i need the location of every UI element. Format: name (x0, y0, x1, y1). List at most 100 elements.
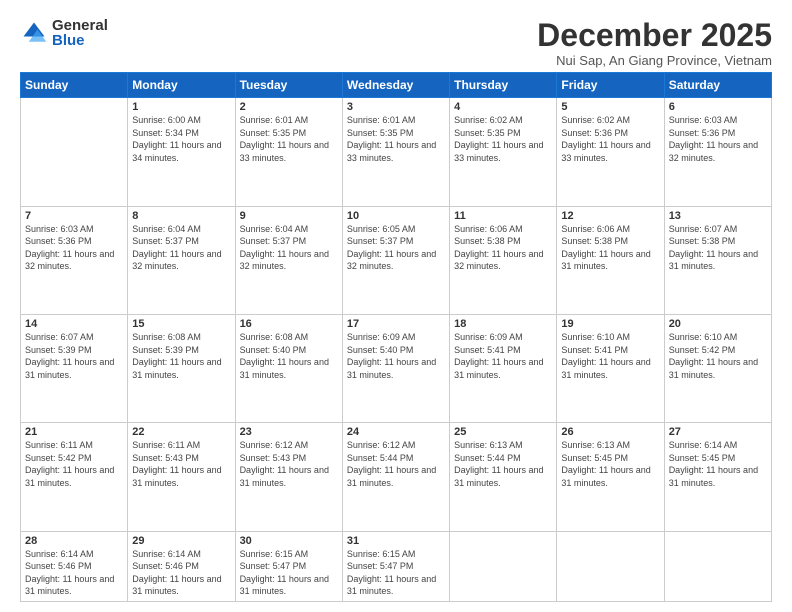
cell-info: Sunrise: 6:04 AMSunset: 5:37 PMDaylight:… (240, 223, 338, 273)
header: General Blue December 2025 Nui Sap, An G… (20, 18, 772, 68)
cell-info: Sunrise: 6:01 AMSunset: 5:35 PMDaylight:… (240, 114, 338, 164)
day-number: 1 (132, 101, 230, 113)
cell-info: Sunrise: 6:00 AMSunset: 5:34 PMDaylight:… (132, 114, 230, 164)
cell-info: Sunrise: 6:09 AMSunset: 5:40 PMDaylight:… (347, 331, 445, 381)
day-header-thursday: Thursday (450, 73, 557, 98)
week-row-4: 21Sunrise: 6:11 AMSunset: 5:42 PMDayligh… (21, 423, 772, 531)
day-number: 7 (25, 210, 123, 222)
cell-info: Sunrise: 6:04 AMSunset: 5:37 PMDaylight:… (132, 223, 230, 273)
cell-info: Sunrise: 6:07 AMSunset: 5:39 PMDaylight:… (25, 331, 123, 381)
day-number: 17 (347, 318, 445, 330)
day-number: 13 (669, 210, 767, 222)
cell-info: Sunrise: 6:15 AMSunset: 5:47 PMDaylight:… (347, 548, 445, 598)
logo: General Blue (20, 18, 108, 48)
day-number: 26 (561, 426, 659, 438)
day-number: 18 (454, 318, 552, 330)
week-row-5: 28Sunrise: 6:14 AMSunset: 5:46 PMDayligh… (21, 531, 772, 601)
day-header-saturday: Saturday (664, 73, 771, 98)
day-header-friday: Friday (557, 73, 664, 98)
cell-info: Sunrise: 6:08 AMSunset: 5:39 PMDaylight:… (132, 331, 230, 381)
calendar-cell: 6Sunrise: 6:03 AMSunset: 5:36 PMDaylight… (664, 98, 771, 206)
calendar-cell: 20Sunrise: 6:10 AMSunset: 5:42 PMDayligh… (664, 314, 771, 422)
cell-info: Sunrise: 6:03 AMSunset: 5:36 PMDaylight:… (669, 114, 767, 164)
day-number: 15 (132, 318, 230, 330)
calendar-cell: 17Sunrise: 6:09 AMSunset: 5:40 PMDayligh… (342, 314, 449, 422)
month-title: December 2025 (537, 18, 772, 53)
day-header-tuesday: Tuesday (235, 73, 342, 98)
calendar-cell: 14Sunrise: 6:07 AMSunset: 5:39 PMDayligh… (21, 314, 128, 422)
day-number: 14 (25, 318, 123, 330)
title-area: December 2025 Nui Sap, An Giang Province… (537, 18, 772, 68)
calendar-cell: 5Sunrise: 6:02 AMSunset: 5:36 PMDaylight… (557, 98, 664, 206)
day-number: 29 (132, 535, 230, 547)
day-number: 19 (561, 318, 659, 330)
calendar-cell (450, 531, 557, 601)
calendar-cell: 18Sunrise: 6:09 AMSunset: 5:41 PMDayligh… (450, 314, 557, 422)
calendar-table: SundayMondayTuesdayWednesdayThursdayFrid… (20, 72, 772, 602)
calendar-cell: 21Sunrise: 6:11 AMSunset: 5:42 PMDayligh… (21, 423, 128, 531)
cell-info: Sunrise: 6:12 AMSunset: 5:43 PMDaylight:… (240, 439, 338, 489)
day-number: 21 (25, 426, 123, 438)
logo-general: General (52, 18, 108, 33)
week-row-3: 14Sunrise: 6:07 AMSunset: 5:39 PMDayligh… (21, 314, 772, 422)
cell-info: Sunrise: 6:07 AMSunset: 5:38 PMDaylight:… (669, 223, 767, 273)
cell-info: Sunrise: 6:14 AMSunset: 5:46 PMDaylight:… (132, 548, 230, 598)
cell-info: Sunrise: 6:15 AMSunset: 5:47 PMDaylight:… (240, 548, 338, 598)
location: Nui Sap, An Giang Province, Vietnam (537, 53, 772, 68)
calendar-cell: 27Sunrise: 6:14 AMSunset: 5:45 PMDayligh… (664, 423, 771, 531)
page: General Blue December 2025 Nui Sap, An G… (0, 0, 792, 612)
calendar-cell: 13Sunrise: 6:07 AMSunset: 5:38 PMDayligh… (664, 206, 771, 314)
calendar-cell: 10Sunrise: 6:05 AMSunset: 5:37 PMDayligh… (342, 206, 449, 314)
calendar-cell: 4Sunrise: 6:02 AMSunset: 5:35 PMDaylight… (450, 98, 557, 206)
cell-info: Sunrise: 6:09 AMSunset: 5:41 PMDaylight:… (454, 331, 552, 381)
cell-info: Sunrise: 6:08 AMSunset: 5:40 PMDaylight:… (240, 331, 338, 381)
calendar-cell: 3Sunrise: 6:01 AMSunset: 5:35 PMDaylight… (342, 98, 449, 206)
cell-info: Sunrise: 6:11 AMSunset: 5:43 PMDaylight:… (132, 439, 230, 489)
logo-text: General Blue (52, 18, 108, 48)
calendar-cell: 2Sunrise: 6:01 AMSunset: 5:35 PMDaylight… (235, 98, 342, 206)
day-number: 5 (561, 101, 659, 113)
day-number: 27 (669, 426, 767, 438)
calendar-cell: 28Sunrise: 6:14 AMSunset: 5:46 PMDayligh… (21, 531, 128, 601)
calendar-header-row: SundayMondayTuesdayWednesdayThursdayFrid… (21, 73, 772, 98)
day-number: 9 (240, 210, 338, 222)
logo-blue: Blue (52, 33, 108, 48)
cell-info: Sunrise: 6:11 AMSunset: 5:42 PMDaylight:… (25, 439, 123, 489)
day-number: 12 (561, 210, 659, 222)
cell-info: Sunrise: 6:12 AMSunset: 5:44 PMDaylight:… (347, 439, 445, 489)
week-row-2: 7Sunrise: 6:03 AMSunset: 5:36 PMDaylight… (21, 206, 772, 314)
calendar-cell (664, 531, 771, 601)
calendar-cell (557, 531, 664, 601)
cell-info: Sunrise: 6:13 AMSunset: 5:45 PMDaylight:… (561, 439, 659, 489)
cell-info: Sunrise: 6:02 AMSunset: 5:36 PMDaylight:… (561, 114, 659, 164)
day-number: 10 (347, 210, 445, 222)
calendar-cell: 31Sunrise: 6:15 AMSunset: 5:47 PMDayligh… (342, 531, 449, 601)
day-number: 30 (240, 535, 338, 547)
cell-info: Sunrise: 6:05 AMSunset: 5:37 PMDaylight:… (347, 223, 445, 273)
cell-info: Sunrise: 6:14 AMSunset: 5:46 PMDaylight:… (25, 548, 123, 598)
day-number: 25 (454, 426, 552, 438)
calendar-cell: 23Sunrise: 6:12 AMSunset: 5:43 PMDayligh… (235, 423, 342, 531)
day-number: 11 (454, 210, 552, 222)
calendar-cell: 7Sunrise: 6:03 AMSunset: 5:36 PMDaylight… (21, 206, 128, 314)
cell-info: Sunrise: 6:02 AMSunset: 5:35 PMDaylight:… (454, 114, 552, 164)
cell-info: Sunrise: 6:06 AMSunset: 5:38 PMDaylight:… (454, 223, 552, 273)
calendar-cell: 12Sunrise: 6:06 AMSunset: 5:38 PMDayligh… (557, 206, 664, 314)
cell-info: Sunrise: 6:10 AMSunset: 5:42 PMDaylight:… (669, 331, 767, 381)
week-row-1: 1Sunrise: 6:00 AMSunset: 5:34 PMDaylight… (21, 98, 772, 206)
day-number: 28 (25, 535, 123, 547)
day-header-sunday: Sunday (21, 73, 128, 98)
calendar-cell: 11Sunrise: 6:06 AMSunset: 5:38 PMDayligh… (450, 206, 557, 314)
calendar-cell: 15Sunrise: 6:08 AMSunset: 5:39 PMDayligh… (128, 314, 235, 422)
calendar-cell: 16Sunrise: 6:08 AMSunset: 5:40 PMDayligh… (235, 314, 342, 422)
cell-info: Sunrise: 6:13 AMSunset: 5:44 PMDaylight:… (454, 439, 552, 489)
day-number: 8 (132, 210, 230, 222)
day-header-wednesday: Wednesday (342, 73, 449, 98)
day-number: 31 (347, 535, 445, 547)
cell-info: Sunrise: 6:06 AMSunset: 5:38 PMDaylight:… (561, 223, 659, 273)
cell-info: Sunrise: 6:01 AMSunset: 5:35 PMDaylight:… (347, 114, 445, 164)
calendar-cell: 9Sunrise: 6:04 AMSunset: 5:37 PMDaylight… (235, 206, 342, 314)
calendar-cell: 1Sunrise: 6:00 AMSunset: 5:34 PMDaylight… (128, 98, 235, 206)
day-number: 24 (347, 426, 445, 438)
calendar-cell: 19Sunrise: 6:10 AMSunset: 5:41 PMDayligh… (557, 314, 664, 422)
